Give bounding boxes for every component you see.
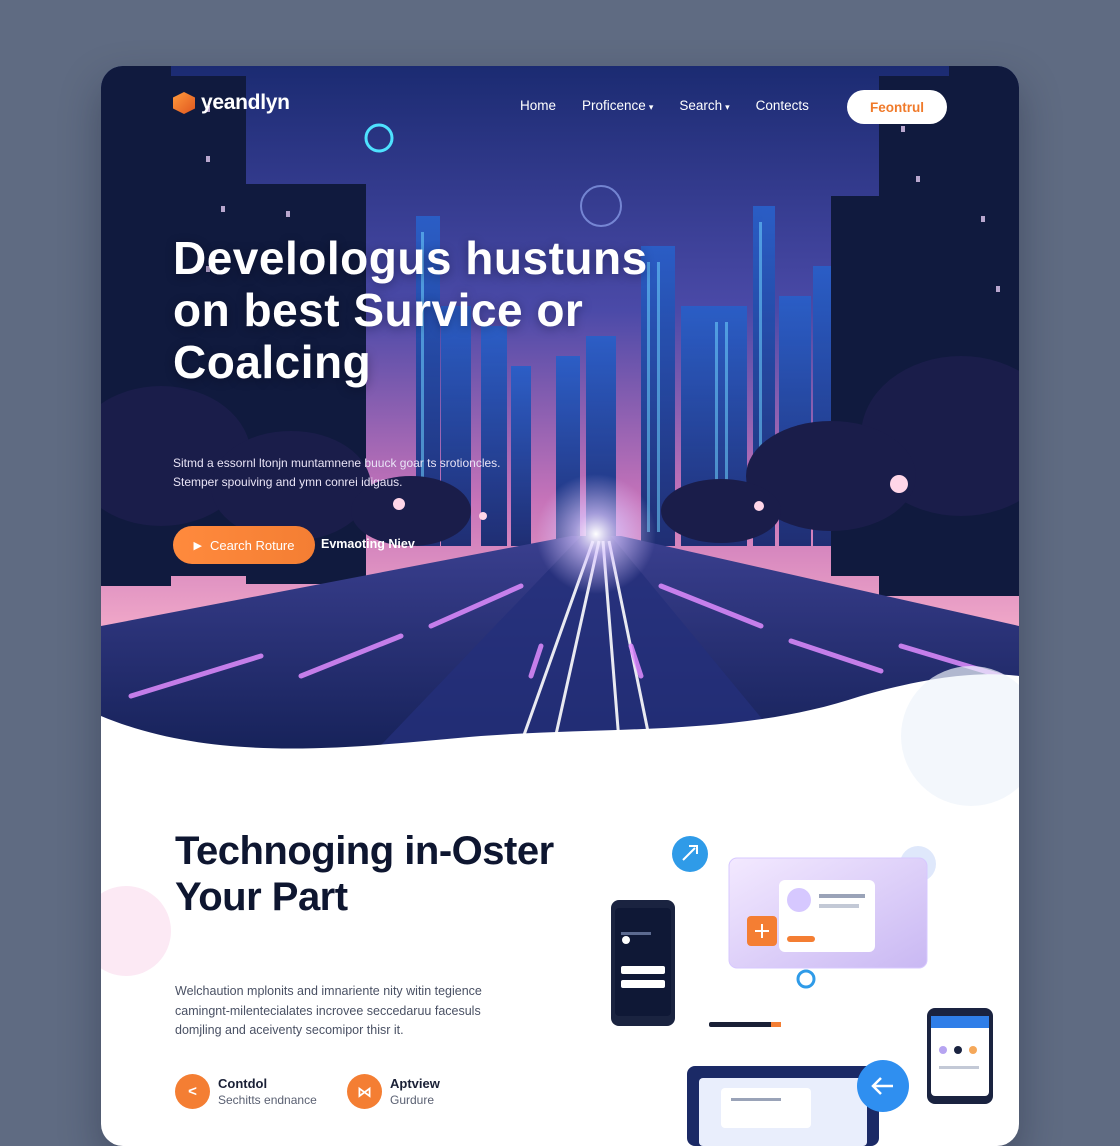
nav-cta-button[interactable]: Feontrul <box>847 90 947 124</box>
feature-aptview[interactable]: ⋈ Aptview Gurdure <box>347 1074 440 1109</box>
hero-cta-button[interactable]: ▶ Cearch Roture <box>173 526 315 564</box>
nav-links: Home Proficence ▾ Search ▾ Contects <box>520 98 835 113</box>
hero-secondary-link[interactable]: Evmaoting Niev <box>321 537 415 551</box>
network-icon: ⋈ <box>347 1074 382 1109</box>
chevron-down-icon: ▾ <box>725 102 730 112</box>
hero-cta-label: Cearch Roture <box>209 537 295 553</box>
play-icon: ▶ <box>193 539 202 552</box>
brand-logo[interactable]: yeandlyn <box>173 91 290 115</box>
section-title: Technoging in-Oster Your Part <box>175 829 554 919</box>
cube-logo-icon <box>173 92 195 114</box>
devices-illustration <box>611 836 993 1146</box>
decorative-blob <box>101 886 171 976</box>
chevron-down-icon: ▾ <box>648 102 654 112</box>
share-icon: < <box>175 1074 210 1109</box>
feature-subtitle: Gurdure <box>390 1092 435 1107</box>
feature-title: Contdol <box>218 1075 268 1091</box>
top-navigation: yeandlyn Home Proficence ▾ Search ▾ Contec… <box>101 66 1019 146</box>
hero-subtitle: Sitmd a essornl ltonjn muntamnene buuck … <box>173 456 501 489</box>
section-body: Welchaution mplonits and imnariente nity… <box>175 984 482 1037</box>
landing-page-card: yeandlyn Home Proficence ▾ Search ▾ Contec… <box>101 66 1019 1146</box>
feature-contdol[interactable]: < Contdol Sechitts endnance <box>175 1074 317 1109</box>
hero-title: Develologus hustuns on best Survice or C… <box>173 232 648 388</box>
brand-name: yeandlyn <box>201 91 290 114</box>
feature-subtitle: Sechitts endnance <box>218 1092 317 1107</box>
nav-link-contects[interactable]: Contects <box>756 98 809 113</box>
nav-link-proficence[interactable]: Proficence ▾ <box>582 98 653 113</box>
feature-title: Aptview <box>390 1075 440 1091</box>
nav-link-search[interactable]: Search ▾ <box>679 98 729 113</box>
nav-link-home[interactable]: Home <box>520 98 556 113</box>
wave-divider <box>101 674 1019 776</box>
